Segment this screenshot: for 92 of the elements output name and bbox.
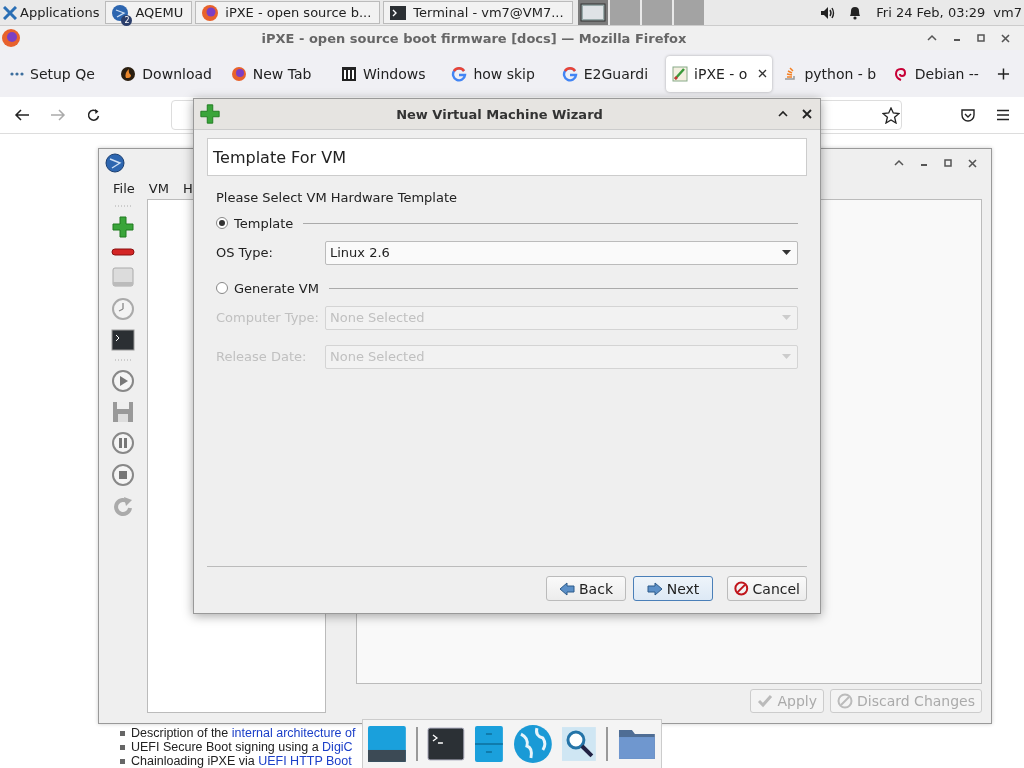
window-thumbnail-icon [579,2,606,23]
count-badge: 2 [121,14,133,26]
clock[interactable]: Fri 24 Feb, 03:29 [876,5,986,20]
plus-icon[interactable] [997,66,1011,81]
star-icon[interactable] [882,106,900,124]
reload-icon[interactable] [86,107,101,123]
browser-tab[interactable]: New Tab [224,55,332,92]
link[interactable]: UEFI HTTP Boot [258,754,352,768]
caret-icon [782,354,791,359]
app-icon [111,3,130,22]
taskbar-button[interactable]: 2 AQEMU [105,1,193,24]
dialog-button[interactable]: Cancel [727,576,807,601]
bullet-icon [120,744,125,750]
menu-item[interactable]: File [113,180,135,196]
dialog-button[interactable]: Back [546,576,626,601]
app-icon [105,153,125,173]
radio-option[interactable]: Template [216,215,294,231]
link[interactable]: internal architecture of [231,726,356,740]
browser-tab[interactable]: python - b [776,55,883,92]
columns-icon [341,65,358,82]
swirl-icon [892,65,909,82]
maximize-icon[interactable] [894,159,904,167]
close-icon[interactable] [802,109,812,119]
page-heading: Template For VM [207,138,807,176]
browser-tab[interactable]: Download [114,55,221,92]
maximize-icon[interactable] [927,34,937,42]
user-name[interactable]: vm7 [993,5,1022,20]
cabinet-icon[interactable] [473,725,504,763]
firefox-icon [230,65,247,82]
browser-tab[interactable]: E2Guardi [555,55,663,92]
dialog-title: New Virtual Machine Wizard [395,106,604,122]
restore-icon[interactable] [977,34,985,42]
no-entry-icon [734,581,749,596]
instruction-text: Please Select VM Hardware Template [216,190,458,207]
list-text: Description of the internal architecture of [131,726,356,740]
list-text: UEFI Secure Boot signing using a DigiC [131,740,353,754]
firefox-icon [201,3,220,22]
pause-icon[interactable] [111,431,135,455]
stop-icon[interactable] [111,463,135,487]
firefox-icon [1,28,21,48]
dialog-button[interactable]: Next [633,576,713,601]
desktop-icon[interactable] [367,724,407,764]
minus-icon[interactable] [111,247,135,257]
folder-icon[interactable] [617,727,657,761]
globe-icon[interactable] [512,724,553,764]
volume-icon[interactable] [820,5,837,20]
g-icon [561,65,578,82]
dropdown[interactable]: Linux 2.6 [325,240,798,265]
close-icon[interactable] [968,158,977,168]
menu-icon[interactable] [996,109,1010,121]
maximize-icon[interactable] [778,110,788,118]
close-icon[interactable] [758,69,768,78]
play-icon[interactable] [111,369,135,393]
taskbar-button[interactable]: Terminal - vm7@VM7... [383,1,573,24]
plus-icon [199,103,221,125]
bullet-icon [120,730,125,736]
terminal-icon [389,4,408,21]
flame-icon [120,65,137,82]
radio-option[interactable]: Generate VM [216,280,319,296]
g-icon [451,65,468,82]
list-text: Chainloading iPXE via UEFI HTTP Boot [131,754,352,768]
restore-icon[interactable] [944,159,952,167]
menu-item[interactable]: VM [148,180,169,196]
link[interactable]: DigiC [322,740,353,754]
taskbar-button[interactable]: iPXE - open source b... [195,1,381,24]
close-icon[interactable] [1001,33,1010,43]
search-icon[interactable] [561,726,598,762]
dots-icon [10,71,24,76]
pencil-icon [672,65,689,82]
caret-icon [782,250,791,255]
browser-tab[interactable]: iPXE - o [666,55,773,92]
no-entry-icon [837,693,853,709]
field-label: OS Type: [216,245,274,260]
workspace-button[interactable] [577,0,608,25]
back-icon[interactable] [14,108,30,122]
pocket-icon[interactable] [960,107,976,123]
left-arrow-icon [559,581,575,596]
window-title: iPXE - open source boot firmware [docs] — Mozilla Firefox [260,30,688,46]
terminal-icon[interactable] [111,329,135,351]
x-logo-icon [3,5,17,20]
browser-tab[interactable]: Windows [335,55,442,92]
check-icon [757,694,774,708]
menu-item[interactable]: H [182,180,193,196]
browser-tab[interactable]: Setup Qe [4,55,111,92]
bell-icon[interactable] [848,5,863,20]
applications-menu[interactable]: Applications [0,0,106,25]
caret-icon [782,315,791,320]
browser-tab[interactable]: how skip [445,55,552,92]
bullet-icon [120,758,125,764]
right-arrow-icon [646,581,663,596]
browser-tab[interactable]: Debian -- [886,55,994,92]
terminal-icon[interactable] [426,726,465,762]
